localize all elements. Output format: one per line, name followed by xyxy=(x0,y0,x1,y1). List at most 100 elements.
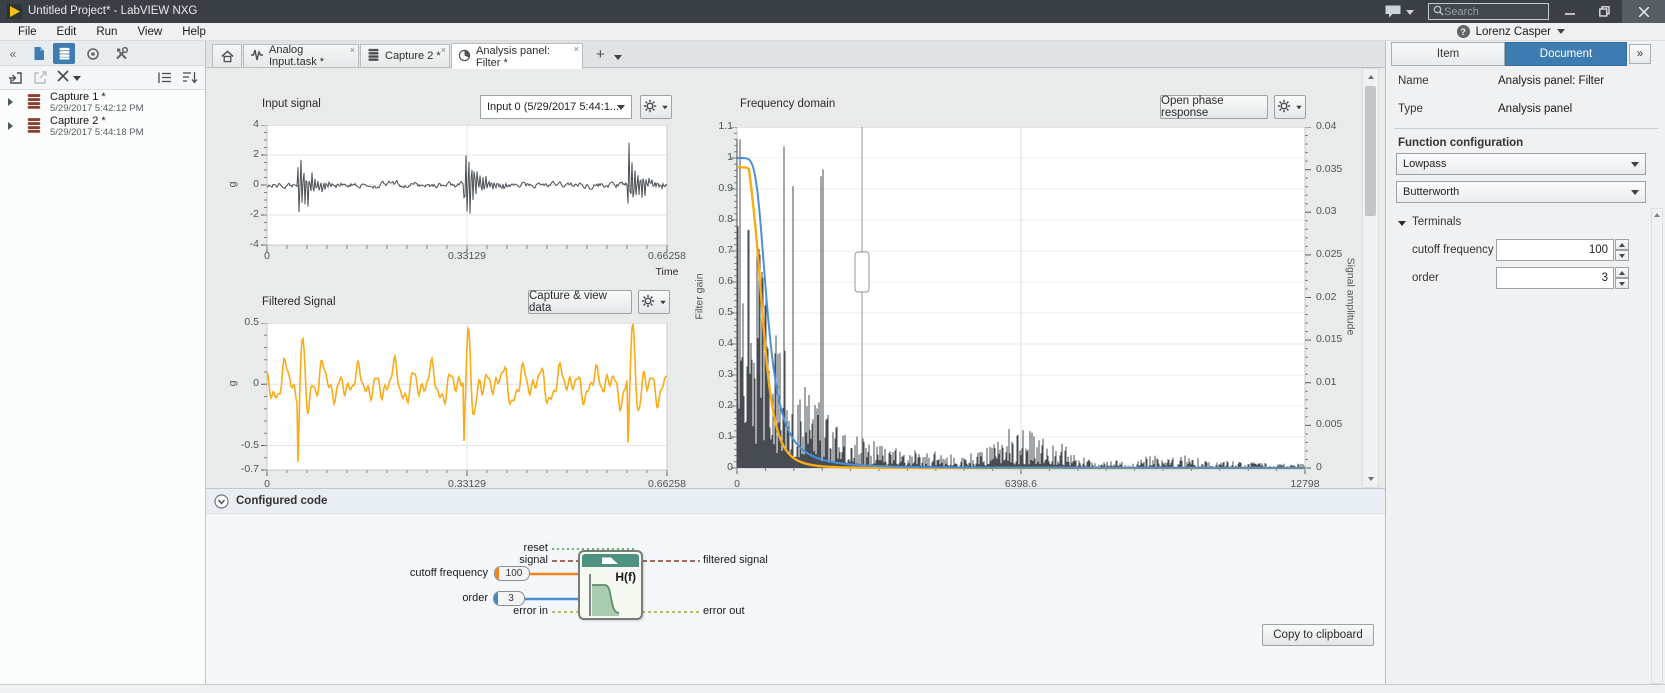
order-stepper[interactable] xyxy=(1615,267,1629,289)
configured-code-title: Configured code xyxy=(236,495,327,507)
tick-label: 0.5 xyxy=(219,316,259,329)
lowpass-icon xyxy=(582,554,639,567)
labview-nxg-window: Untitled Project* - LabVIEW NXG FileEdit… xyxy=(0,0,1665,693)
close-tab-icon[interactable]: × xyxy=(574,44,579,54)
search-input[interactable] xyxy=(1444,6,1540,18)
tab-capture-2[interactable]: Capture 2 *× xyxy=(360,44,450,68)
order-constant[interactable]: 3 xyxy=(493,591,525,606)
tab-item[interactable]: Item xyxy=(1391,42,1505,66)
content-scrollbar-thumb[interactable] xyxy=(1365,86,1376,216)
tick-label: 0.5 xyxy=(693,306,733,319)
chevron-down-icon xyxy=(1631,162,1639,167)
files-view-icon[interactable] xyxy=(28,43,50,64)
filter-function-node[interactable]: H(f) xyxy=(578,550,643,620)
help-icon[interactable]: ? xyxy=(1457,25,1470,38)
filtered-settings-button[interactable] xyxy=(638,290,670,314)
open-phase-response-button[interactable]: Open phase response xyxy=(1160,95,1268,119)
user-area[interactable]: ? Lorenz Casper xyxy=(1457,25,1565,38)
stepper-down-icon[interactable] xyxy=(1615,250,1629,261)
menu-item-view[interactable]: View xyxy=(127,26,172,38)
stepper-down-icon[interactable] xyxy=(1615,278,1629,289)
frequency-domain-title: Frequency domain xyxy=(740,98,835,110)
filter-type-dropdown[interactable]: Lowpass xyxy=(1396,153,1646,175)
frequency-domain-chart[interactable] xyxy=(729,127,1313,475)
user-dropdown-icon[interactable] xyxy=(1557,29,1565,34)
menu-item-run[interactable]: Run xyxy=(86,26,127,38)
cutoff-constant[interactable]: 100 xyxy=(494,566,530,581)
feedback-icon[interactable] xyxy=(1384,4,1402,22)
tick-label: 1.1 xyxy=(693,120,733,133)
filter-design-dropdown[interactable]: Butterworth xyxy=(1396,181,1646,203)
type-label: Type xyxy=(1398,103,1423,115)
frequency-settings-button[interactable] xyxy=(1274,95,1306,119)
order-field[interactable]: 3 xyxy=(1496,267,1614,289)
stepper-up-icon[interactable] xyxy=(1615,239,1629,250)
analysis-icon xyxy=(458,49,471,65)
horizontal-scrollbar[interactable] xyxy=(0,684,1665,693)
capture-tree-item[interactable]: Capture 2 *5/29/2017 5:44:18 PM xyxy=(0,114,205,138)
navigation-sidebar: « Capture 1 *5/29/2017 5:42:12 PMCapture… xyxy=(0,41,206,684)
terminals-collapse-icon[interactable] xyxy=(1398,221,1406,226)
tick-label: 0 xyxy=(707,478,767,488)
tab-home[interactable] xyxy=(212,44,242,68)
record-view-icon[interactable] xyxy=(82,43,104,64)
waveform-icon xyxy=(250,48,264,65)
captured-data-view-icon[interactable] xyxy=(53,43,75,64)
input-settings-button[interactable] xyxy=(640,95,672,119)
capture-data-icon xyxy=(26,93,42,112)
cursor-handle[interactable] xyxy=(855,252,869,292)
close-tab-icon[interactable]: × xyxy=(350,45,355,55)
terminals-title[interactable]: Terminals xyxy=(1412,216,1461,228)
tick-label: 0.005 xyxy=(1316,418,1360,431)
menu-item-help[interactable]: Help xyxy=(172,26,216,38)
expand-icon[interactable] xyxy=(8,98,13,106)
tab-analysis-panel-filter[interactable]: Analysis panel: Filter *× xyxy=(451,43,583,69)
tick-label: 0 xyxy=(693,461,733,474)
outline-view-icon[interactable] xyxy=(157,70,173,89)
new-tab-dropdown-icon[interactable] xyxy=(614,55,622,60)
tools-view-icon[interactable] xyxy=(110,43,132,64)
cutoff-frequency-field[interactable]: 100 xyxy=(1496,239,1614,261)
scroll-up-icon[interactable] xyxy=(1362,70,1379,84)
capture-name[interactable]: Capture 1 * xyxy=(50,91,106,103)
delete-dropdown-icon[interactable] xyxy=(73,76,81,81)
capture-tree-item[interactable]: Capture 1 *5/29/2017 5:42:12 PM xyxy=(0,90,205,114)
tick-label: 0 xyxy=(1316,461,1360,474)
new-tab-button[interactable]: + xyxy=(596,46,605,63)
user-name[interactable]: Lorenz Casper xyxy=(1476,26,1551,38)
capture-view-data-button[interactable]: Capture & view data xyxy=(528,290,632,314)
collapse-section-icon[interactable] xyxy=(214,494,229,512)
inspector-scrollbar[interactable] xyxy=(1651,208,1663,684)
stepper-up-icon[interactable] xyxy=(1615,267,1629,278)
import-capture-icon[interactable] xyxy=(8,70,24,89)
capture-name[interactable]: Capture 2 * xyxy=(50,115,106,127)
export-capture-icon[interactable] xyxy=(32,70,48,89)
collapse-sidebar-icon[interactable]: « xyxy=(4,43,22,64)
search-box[interactable] xyxy=(1428,3,1549,20)
sort-icon[interactable] xyxy=(182,70,199,89)
input-source-dropdown[interactable]: Input 0 (5/29/2017 5:44:1... xyxy=(480,95,632,119)
scroll-down-icon[interactable] xyxy=(1362,472,1379,486)
minimize-button[interactable] xyxy=(1556,0,1584,23)
menu-item-file[interactable]: File xyxy=(8,26,47,38)
restore-button[interactable] xyxy=(1590,0,1618,23)
copy-to-clipboard-button[interactable]: Copy to clipboard xyxy=(1262,624,1374,646)
more-tabs-button[interactable]: » xyxy=(1629,44,1651,64)
sidebar-view-strip: « xyxy=(0,41,205,66)
input-signal-chart[interactable] xyxy=(259,125,675,263)
capture-icon xyxy=(367,48,380,64)
close-button[interactable] xyxy=(1622,0,1665,23)
function-configuration-title: Function configuration xyxy=(1398,137,1523,149)
tab-document[interactable]: Document xyxy=(1505,42,1627,66)
menu-item-edit[interactable]: Edit xyxy=(47,26,87,38)
filtered-signal-chart[interactable] xyxy=(259,323,675,476)
expand-icon[interactable] xyxy=(8,122,13,130)
cutoff-frequency-stepper[interactable] xyxy=(1615,239,1629,261)
close-tab-icon[interactable]: × xyxy=(441,45,446,55)
tab-analog-input-task[interactable]: Analog Input.task *× xyxy=(243,44,359,68)
feedback-dropdown-icon[interactable] xyxy=(1406,10,1414,15)
scroll-up-icon[interactable] xyxy=(1651,209,1663,221)
terminal-order-label: order xyxy=(400,592,488,605)
delete-capture-icon[interactable] xyxy=(57,70,70,86)
tick-label: 2 xyxy=(219,148,259,161)
